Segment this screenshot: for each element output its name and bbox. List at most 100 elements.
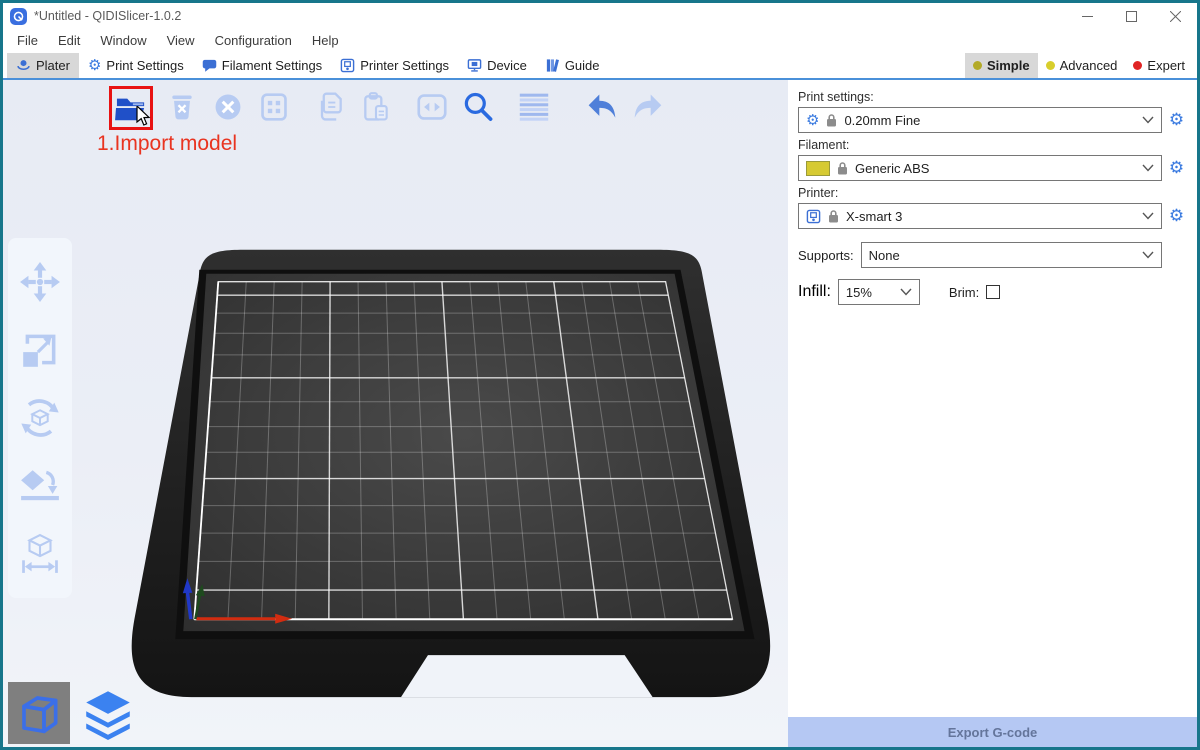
maximize-icon[interactable] <box>1109 3 1153 29</box>
menu-file[interactable]: File <box>7 29 48 53</box>
filament-value: Generic ABS <box>855 161 929 176</box>
menu-configuration[interactable]: Configuration <box>205 29 302 53</box>
chevron-down-icon <box>1142 251 1154 259</box>
mouse-cursor-icon <box>136 106 151 127</box>
supports-row: Supports: None <box>798 242 1162 268</box>
print-settings-row: ⚙ 0.20mm Fine ⚙ <box>798 107 1187 133</box>
tab-device[interactable]: Device <box>458 53 536 78</box>
copy-icon[interactable] <box>311 86 349 128</box>
tab-label: Device <box>487 58 527 73</box>
view-toolbar <box>8 682 139 744</box>
chevron-down-icon <box>1142 116 1154 124</box>
chevron-down-icon <box>1142 212 1154 220</box>
sidebar: Print settings: ⚙ 0.20mm Fine ⚙ <box>788 80 1197 747</box>
print-settings-gear-button[interactable]: ⚙ <box>1166 107 1187 133</box>
tab-label: Print Settings <box>106 58 183 73</box>
printer-select[interactable]: X-smart 3 <box>798 203 1162 229</box>
printer-label: Printer: <box>798 186 1187 200</box>
supports-label: Supports: <box>798 248 854 263</box>
mode-expert[interactable]: Expert <box>1125 53 1193 78</box>
lock-icon <box>837 161 848 175</box>
advanced-dot-icon <box>1046 61 1055 70</box>
brim-checkbox[interactable] <box>986 285 1000 299</box>
gizmo-toolbar <box>8 238 72 598</box>
filament-gear-button[interactable]: ⚙ <box>1166 155 1187 181</box>
delete-icon[interactable] <box>163 86 201 128</box>
mode-label: Simple <box>987 58 1030 73</box>
import-highlight-box <box>109 86 153 130</box>
tab-label: Guide <box>565 58 600 73</box>
rotate-icon[interactable] <box>16 394 64 442</box>
printer-icon <box>340 58 355 73</box>
redo-icon[interactable] <box>629 86 667 128</box>
infill-value: 15% <box>846 285 872 300</box>
undo-icon[interactable] <box>583 86 621 128</box>
move-icon[interactable] <box>16 258 64 306</box>
tab-print-settings[interactable]: ⚙ Print Settings <box>79 53 193 78</box>
gear-icon: ⚙ <box>806 113 819 128</box>
tab-label: Filament Settings <box>222 58 322 73</box>
tab-printer-settings[interactable]: Printer Settings <box>331 53 458 78</box>
filament-color-swatch <box>806 161 830 176</box>
menu-edit[interactable]: Edit <box>48 29 90 53</box>
brim-label: Brim: <box>949 285 979 300</box>
split-objects-icon[interactable] <box>413 86 451 128</box>
search-icon[interactable] <box>459 86 497 128</box>
printer-row: X-smart 3 ⚙ <box>798 203 1187 229</box>
infill-label: Infill: <box>798 283 831 301</box>
title-bar: *Untitled - QIDISlicer-1.0.2 <box>3 3 1197 29</box>
sidebar-content: Print settings: ⚙ 0.20mm Fine ⚙ <box>788 80 1197 305</box>
mode-label: Expert <box>1147 58 1185 73</box>
mode-switcher: Simple Advanced Expert <box>965 53 1197 78</box>
plater-icon <box>16 58 31 73</box>
paste-icon[interactable] <box>357 86 395 128</box>
mode-simple[interactable]: Simple <box>965 53 1038 78</box>
minimize-icon[interactable] <box>1065 3 1109 29</box>
simple-dot-icon <box>973 61 982 70</box>
printer-gear-button[interactable]: ⚙ <box>1166 203 1187 229</box>
tab-label: Plater <box>36 58 70 73</box>
filament-label: Filament: <box>798 138 1187 152</box>
delete-all-icon[interactable] <box>209 86 247 128</box>
close-icon[interactable] <box>1153 3 1197 29</box>
print-settings-label: Print settings: <box>798 90 1187 104</box>
filament-icon <box>202 58 217 73</box>
supports-select[interactable]: None <box>861 242 1162 268</box>
window-title: *Untitled - QIDISlicer-1.0.2 <box>34 9 181 23</box>
tab-guide[interactable]: Guide <box>536 53 609 78</box>
app-window: *Untitled - QIDISlicer-1.0.2 File Edit W… <box>0 0 1200 750</box>
lock-icon <box>828 209 839 223</box>
mode-label: Advanced <box>1060 58 1118 73</box>
print-settings-value: 0.20mm Fine <box>844 113 920 128</box>
3d-viewport[interactable]: 1.Import model <box>3 80 788 747</box>
arrange-icon[interactable] <box>255 86 293 128</box>
supports-value: None <box>869 248 900 263</box>
filament-select[interactable]: Generic ABS <box>798 155 1162 181</box>
chevron-down-icon <box>900 288 912 296</box>
preview-icon[interactable] <box>77 682 139 744</box>
infill-select[interactable]: 15% <box>838 279 920 305</box>
mode-advanced[interactable]: Advanced <box>1038 53 1126 78</box>
printer-value: X-smart 3 <box>846 209 902 224</box>
menu-help[interactable]: Help <box>302 29 349 53</box>
lock-icon <box>826 113 837 127</box>
layers-editing-icon[interactable] <box>515 86 553 128</box>
chevron-down-icon <box>1142 164 1154 172</box>
3d-editor-view-icon[interactable] <box>8 682 70 744</box>
measure-icon[interactable] <box>16 530 64 578</box>
filament-row: Generic ABS ⚙ <box>798 155 1187 181</box>
device-icon <box>467 58 482 73</box>
tab-plater[interactable]: Plater <box>7 53 79 78</box>
tab-filament-settings[interactable]: Filament Settings <box>193 53 331 78</box>
print-settings-select[interactable]: ⚙ 0.20mm Fine <box>798 107 1162 133</box>
menu-view[interactable]: View <box>157 29 205 53</box>
place-on-face-icon[interactable] <box>16 462 64 510</box>
export-gcode-button[interactable]: Export G-code <box>788 717 1197 747</box>
infill-row: Infill: 15% Brim: <box>798 279 1187 305</box>
main-area: 1.Import model <box>3 80 1197 747</box>
scale-icon[interactable] <box>16 326 64 374</box>
menu-window[interactable]: Window <box>90 29 156 53</box>
app-icon <box>10 8 27 25</box>
window-controls <box>1065 3 1197 29</box>
tab-label: Printer Settings <box>360 58 449 73</box>
